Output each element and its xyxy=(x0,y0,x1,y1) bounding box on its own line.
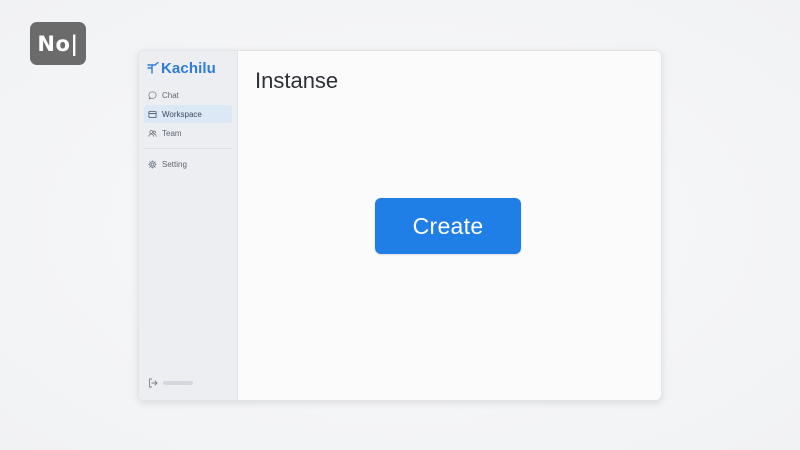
account-name-placeholder xyxy=(163,381,193,385)
overlay-badge: No| xyxy=(30,22,86,65)
brand-name: Kachilu xyxy=(161,59,216,77)
team-icon xyxy=(148,129,157,137)
brand-logo[interactable]: Kachilu xyxy=(147,59,237,77)
brand-mark-icon xyxy=(147,62,159,74)
gear-icon xyxy=(148,159,157,169)
sidebar-item-label: Setting xyxy=(162,159,187,169)
page-title: Instanse xyxy=(255,68,339,93)
sidebar-item-team[interactable]: Team xyxy=(144,124,232,142)
sidebar-divider xyxy=(144,148,232,149)
app-window: Kachilu Chat Workspace Team Setting Inst… xyxy=(138,50,662,401)
sidebar-item-setting[interactable]: Setting xyxy=(144,155,232,173)
sidebar-item-chat[interactable]: Chat xyxy=(144,86,232,104)
sidebar: Kachilu Chat Workspace Team Setting xyxy=(139,51,238,400)
create-button[interactable]: Create xyxy=(375,198,521,254)
overlay-badge-text: No| xyxy=(37,31,79,56)
sidebar-item-label: Chat xyxy=(162,90,179,100)
sidebar-item-label: Team xyxy=(162,128,182,138)
sidebar-nav: Chat Workspace Team Setting xyxy=(139,86,237,173)
logout-button[interactable] xyxy=(148,378,193,388)
logout-icon xyxy=(149,378,158,388)
sidebar-item-workspace[interactable]: Workspace xyxy=(144,105,232,123)
main-content: Instanse Create xyxy=(238,51,661,400)
screen: No| Kachilu Chat Workspace Team Setting … xyxy=(0,0,800,450)
sidebar-item-label: Workspace xyxy=(162,109,202,119)
chat-bubble-icon xyxy=(148,90,157,100)
workspace-icon xyxy=(148,110,157,118)
